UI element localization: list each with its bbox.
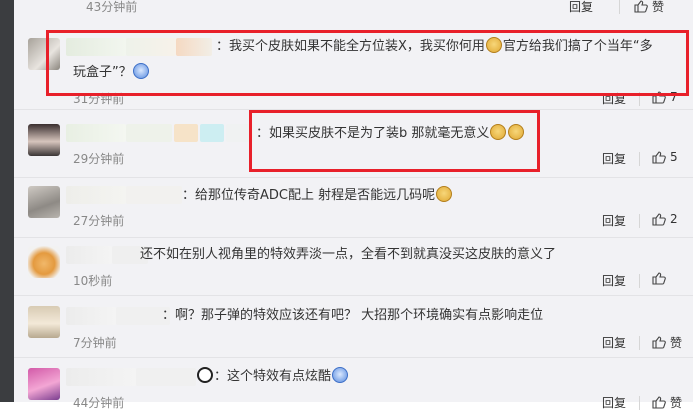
like-label: 赞: [670, 396, 683, 410]
reply-button[interactable]: 回复: [602, 394, 626, 411]
avatar[interactable]: [28, 306, 60, 338]
avatar[interactable]: [28, 246, 60, 278]
reply-button[interactable]: 回复: [602, 212, 626, 229]
like-label: 赞: [670, 336, 683, 350]
reply-button[interactable]: 回复: [602, 272, 626, 289]
doge-emoji-icon: [436, 186, 453, 202]
ghost-emoji-icon: [332, 367, 349, 383]
comment-time: 10秒前: [73, 274, 113, 288]
avatar[interactable]: [28, 368, 60, 400]
reply-button[interactable]: 回复: [569, 0, 593, 15]
highlight-box: [249, 110, 540, 172]
thumbs-up-icon: [652, 396, 666, 409]
action-divider: [639, 396, 640, 410]
comment-item-6: ：这个特效有点炫酷 44分钟前 回复 赞: [14, 358, 693, 410]
username-blurred[interactable]: [66, 368, 136, 386]
thumbs-up-icon: [652, 150, 666, 164]
like-button[interactable]: 赞: [652, 394, 682, 411]
left-page-strip: [0, 0, 14, 402]
like-button[interactable]: 赞: [634, 0, 664, 15]
comment-time: 7分钟前: [73, 336, 117, 350]
thumbs-up-icon: [652, 272, 666, 285]
like-count: 5: [670, 150, 678, 164]
thumbs-up-icon: [652, 336, 666, 349]
username-blurred[interactable]: [66, 307, 116, 325]
comment-item-0: 43分钟前 回复 赞: [14, 0, 693, 25]
comment-text: 还不如在别人视角里的特效弄淡一点，全看不到就真没买这皮肤的意义了: [140, 247, 557, 262]
comment-text: ：啊？那子弹的特效应该还有吧？ 大招那个环境确实有点影响走位: [162, 308, 544, 323]
comment-item-3: ：给那位传奇ADC配上 射程是否能远几码呢 27分钟前 回复 2: [14, 178, 693, 238]
panda-emoji-icon: [197, 367, 213, 383]
like-button[interactable]: 2: [652, 212, 678, 226]
action-divider: [639, 152, 640, 166]
username-blurred[interactable]: [66, 124, 126, 142]
avatar[interactable]: [28, 124, 60, 156]
reply-button[interactable]: 回复: [602, 334, 626, 351]
username-blurred: [200, 124, 224, 142]
action-divider: [639, 336, 640, 350]
avatar[interactable]: [28, 186, 60, 218]
reply-button[interactable]: 回复: [602, 150, 626, 167]
username-blurred[interactable]: [66, 246, 112, 264]
comment-time: 29分钟前: [73, 152, 125, 166]
like-button[interactable]: 5: [652, 150, 678, 164]
highlight-box: [46, 30, 689, 96]
comment-text: ：这个特效有点炫酷: [196, 366, 349, 388]
comment-item-5: ：啊？那子弹的特效应该还有吧？ 大招那个环境确实有点影响走位 7分钟前 回复 赞: [14, 296, 693, 358]
comment-time: 27分钟前: [73, 214, 125, 228]
action-divider: [639, 274, 640, 288]
like-button[interactable]: [652, 272, 670, 285]
username-blurred: [126, 124, 172, 142]
action-divider: [619, 0, 620, 14]
username-blurred: [136, 368, 196, 386]
comment-thread: 43分钟前 回复 赞 ：我买个皮肤如果不能全方位装X，我买你何用 官方给我们搞了个…: [0, 0, 693, 410]
like-button[interactable]: 赞: [652, 334, 682, 351]
like-count: 2: [670, 212, 678, 226]
comment-item-4: 还不如在别人视角里的特效弄淡一点，全看不到就真没买这皮肤的意义了 10秒前 回复: [14, 238, 693, 296]
username-blurred[interactable]: [66, 186, 126, 204]
comment-text: ：给那位传奇ADC配上 射程是否能远几码呢: [182, 185, 453, 207]
username-blurred: [174, 124, 198, 142]
username-blurred: [126, 186, 182, 204]
comment-time: 43分钟前: [86, 0, 138, 14]
comment-time: 44分钟前: [73, 396, 125, 410]
like-label: 赞: [652, 0, 665, 14]
action-divider: [639, 214, 640, 228]
thumbs-up-icon: [652, 212, 666, 226]
thumbs-up-icon: [634, 0, 648, 13]
